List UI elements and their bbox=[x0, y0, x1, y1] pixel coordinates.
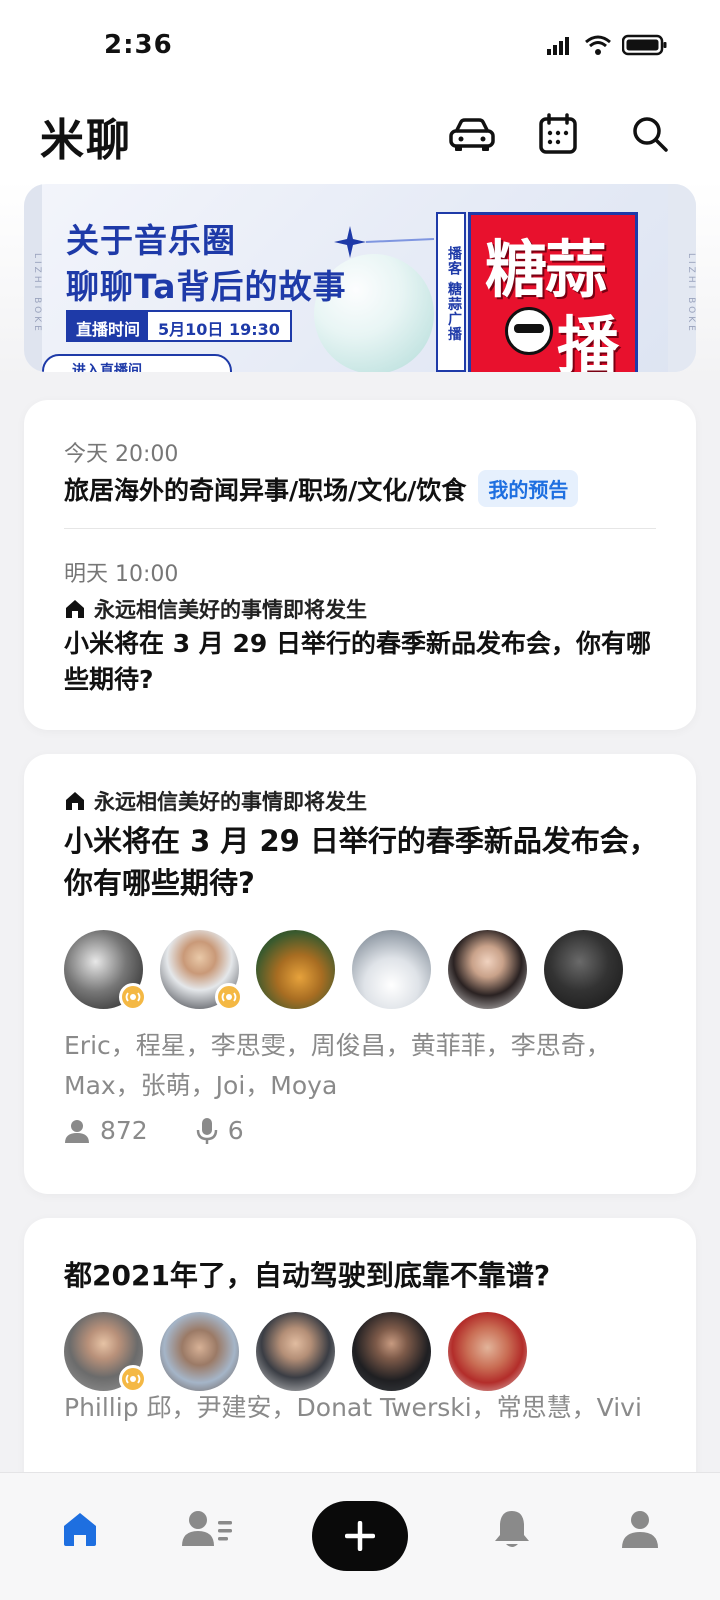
calendar-icon[interactable] bbox=[532, 108, 584, 160]
listener-count-value: 872 bbox=[100, 1116, 148, 1145]
microphone-icon bbox=[196, 1117, 217, 1144]
house-icon bbox=[66, 792, 84, 810]
promo-banner[interactable]: LIZHI BOKE LIZHI BOKE 关于音乐圈 聊聊Ta背后的故事 直播… bbox=[24, 184, 696, 372]
app-header: 米聊 bbox=[0, 90, 720, 180]
bottom-nav bbox=[0, 1472, 720, 1600]
club-label: 永远相信美好的事情即将发生 bbox=[64, 786, 367, 816]
car-icon[interactable] bbox=[446, 108, 498, 160]
contacts-icon bbox=[182, 1511, 232, 1546]
house-icon bbox=[66, 600, 84, 618]
nav-notifications[interactable] bbox=[482, 1499, 542, 1559]
divider bbox=[64, 528, 656, 529]
schedule-card[interactable]: 今天 20:00 旅居海外的奇闻异事/职场/文化/饮食 我的预告 明天 10:0… bbox=[24, 400, 696, 730]
my-preview-badge: 我的预告 bbox=[478, 470, 579, 507]
signal-icon bbox=[547, 37, 569, 55]
avatar[interactable] bbox=[160, 1312, 239, 1391]
banner-vertical-strip: 播客 糖蒜广播 bbox=[436, 212, 466, 372]
banner-headline-1: 关于音乐圈 bbox=[66, 221, 236, 260]
avatar[interactable] bbox=[256, 930, 335, 1009]
avatar[interactable] bbox=[352, 930, 431, 1009]
club-name: 永远相信美好的事情即将发生 bbox=[94, 598, 367, 622]
banner-time-value: 5月10日 19:30 bbox=[158, 320, 280, 339]
schedule-item-1[interactable]: 旅居海外的奇闻异事/职场/文化/饮食 我的预告 bbox=[64, 470, 579, 507]
banner-time-box: 直播时间 5月10日 19:30 bbox=[66, 310, 292, 342]
enter-live-button[interactable]: 进入直播间 bbox=[42, 354, 232, 372]
search-icon[interactable] bbox=[624, 108, 676, 160]
speaker-names: Eric，程星，李思雯，周俊昌，黄菲菲，李思奇，Max，张萌，Joi，Moya bbox=[64, 1031, 611, 1100]
schedule-time-1: 今天 20:00 bbox=[64, 442, 179, 467]
live-speaking-icon bbox=[119, 983, 147, 1011]
speaker-avatars bbox=[64, 1312, 527, 1393]
room-title: 都2021年了，自动驾驶到底靠不靠谱? bbox=[64, 1259, 551, 1292]
speaker-avatars bbox=[64, 930, 623, 1011]
live-speaking-icon bbox=[215, 983, 243, 1011]
wifi-icon bbox=[585, 35, 611, 55]
avatar[interactable] bbox=[160, 930, 243, 1011]
banner-time-label: 直播时间 bbox=[68, 312, 149, 340]
avatar[interactable] bbox=[448, 930, 527, 1009]
banner-poster: 糖蒜 播 bbox=[468, 212, 638, 372]
speaker-count: 6 bbox=[196, 1116, 244, 1145]
schedule-title-1: 旅居海外的奇闻异事/职场/文化/饮食 bbox=[64, 475, 467, 505]
person-icon bbox=[65, 1119, 89, 1143]
profile-icon bbox=[622, 1511, 658, 1548]
banner-headline-2: 聊聊Ta背后的故事 bbox=[66, 267, 347, 306]
listener-count: 872 bbox=[64, 1116, 148, 1145]
nav-home[interactable] bbox=[50, 1499, 110, 1559]
avatar[interactable] bbox=[448, 1312, 527, 1391]
avatar[interactable] bbox=[64, 930, 147, 1011]
avatar[interactable] bbox=[64, 1312, 147, 1393]
sparkle-icon bbox=[334, 226, 434, 258]
status-time: 2:36 bbox=[104, 30, 173, 60]
battery-icon bbox=[622, 34, 667, 56]
avatar[interactable] bbox=[352, 1312, 431, 1391]
poster-mascot-icon bbox=[505, 307, 553, 355]
room-card[interactable]: 永远相信美好的事情即将发生 小米将在 3 月 29 日举行的春季新品发布会，你有… bbox=[24, 754, 696, 1194]
bell-icon bbox=[495, 1511, 529, 1547]
plus-icon bbox=[345, 1521, 375, 1551]
speaker-count-value: 6 bbox=[227, 1116, 244, 1145]
club-name: 永远相信美好的事情即将发生 bbox=[94, 790, 367, 814]
avatar[interactable] bbox=[256, 1312, 335, 1391]
poster-title-bottom: 播 bbox=[557, 309, 620, 372]
create-room-button[interactable] bbox=[312, 1501, 408, 1571]
schedule-title-2[interactable]: 小米将在 3 月 29 日举行的春季新品发布会，你有哪些期待? bbox=[64, 626, 664, 698]
banner-side-text: LIZHI BOKE bbox=[24, 184, 42, 372]
room-stats: 872 6 bbox=[64, 1116, 292, 1145]
nav-contacts[interactable] bbox=[178, 1499, 238, 1559]
club-label: 永远相信美好的事情即将发生 bbox=[64, 594, 367, 624]
system-icons bbox=[546, 34, 668, 56]
speaker-names: Phillip 邱，尹建安，Donat Twerski，常思慧，Vivi bbox=[64, 1393, 642, 1422]
schedule-time-2: 明天 10:00 bbox=[64, 562, 179, 587]
room-title: 小米将在 3 月 29 日举行的春季新品发布会，你有哪些期待? bbox=[64, 824, 658, 900]
nav-profile[interactable] bbox=[610, 1499, 670, 1559]
avatar[interactable] bbox=[544, 930, 623, 1009]
page-title: 米聊 bbox=[40, 115, 132, 166]
banner-side-text-right: LIZHI BOKE bbox=[668, 184, 696, 372]
status-bar: 2:36 bbox=[0, 0, 720, 90]
home-icon bbox=[64, 1513, 96, 1546]
banner-area: LIZHI BOKE LIZHI BOKE 关于音乐圈 聊聊Ta背后的故事 直播… bbox=[0, 180, 720, 380]
